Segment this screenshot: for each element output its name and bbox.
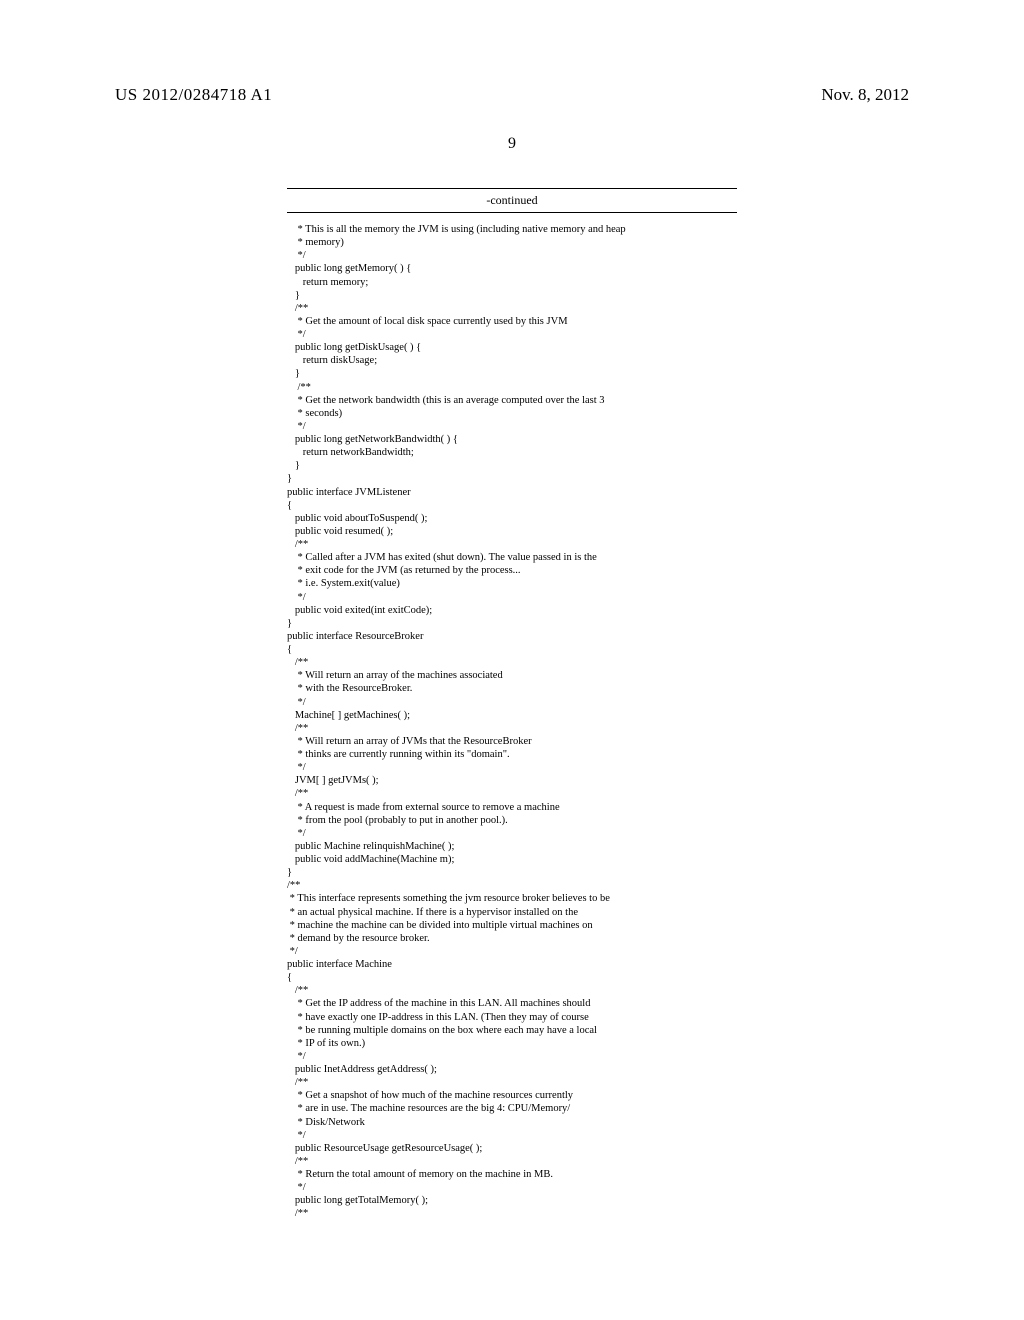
continued-label: -continued xyxy=(287,188,737,213)
code-content: * This is all the memory the JVM is usin… xyxy=(287,223,737,1221)
page-number: 9 xyxy=(0,135,1024,153)
code-listing-block: -continued * This is all the memory the … xyxy=(287,188,737,1221)
page-header: US 2012/0284718 A1 Nov. 8, 2012 xyxy=(0,0,1024,105)
publication-number: US 2012/0284718 A1 xyxy=(115,85,272,105)
publication-date: Nov. 8, 2012 xyxy=(821,85,909,105)
